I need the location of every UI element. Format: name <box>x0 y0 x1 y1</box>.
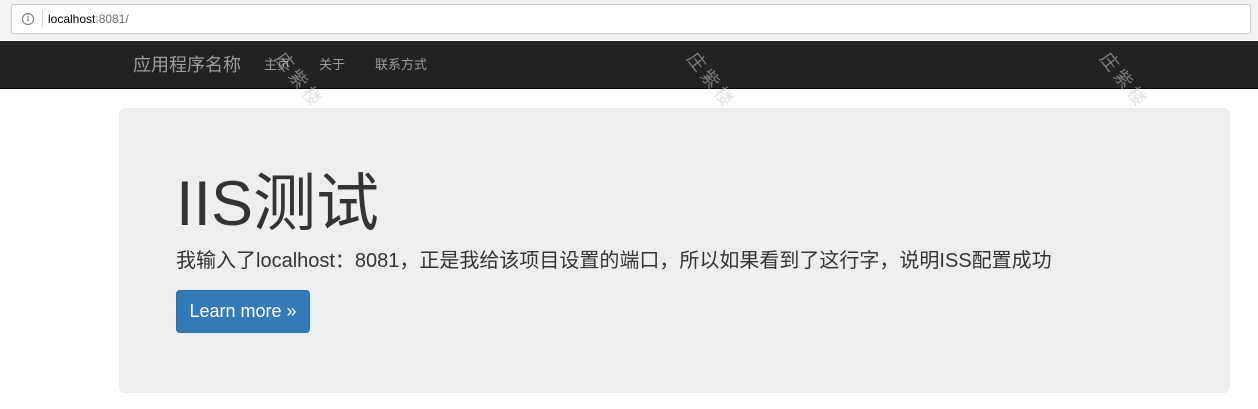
url-field[interactable]: i localhost:8081/ <box>11 4 1251 34</box>
nav-link-contact[interactable]: 联系方式 <box>375 56 427 74</box>
learn-more-button[interactable]: Learn more » <box>176 290 310 333</box>
url-port-path: :8081/ <box>95 12 129 26</box>
url-text[interactable]: localhost:8081/ <box>48 11 129 27</box>
page-title: IIS测试 <box>176 169 380 239</box>
info-icon[interactable]: i <box>22 13 34 25</box>
address-divider <box>42 10 43 28</box>
jumbotron: IIS测试 我输入了localhost：8081，正是我给该项目设置的端口，所以… <box>119 108 1230 393</box>
nav-link-about[interactable]: 关于 <box>319 56 345 74</box>
lead-text: 我输入了localhost：8081，正是我给该项目设置的端口，所以如果看到了这… <box>176 250 1052 272</box>
browser-address-bar: i localhost:8081/ <box>0 0 1258 40</box>
top-navbar: 应用程序名称 主页 关于 联系方式 <box>0 41 1258 89</box>
nav-link-home[interactable]: 主页 <box>264 56 290 74</box>
navbar-brand[interactable]: 应用程序名称 <box>133 54 241 76</box>
url-host: localhost <box>48 12 96 26</box>
